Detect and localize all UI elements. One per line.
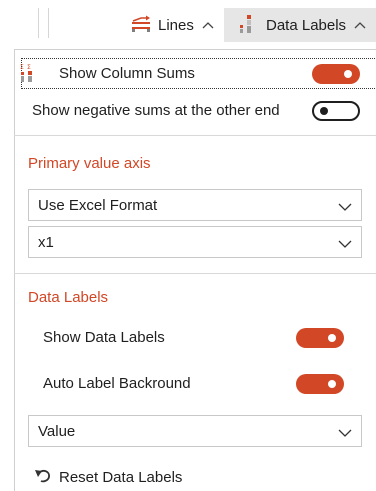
toolbar-divider	[48, 8, 49, 38]
section-divider	[14, 135, 376, 136]
multiplier-select[interactable]: x1	[28, 226, 362, 258]
label-content-value: Value	[38, 423, 76, 440]
data-labels-dropdown-button[interactable]: Data Labels	[224, 8, 376, 42]
chevron-down-icon	[338, 199, 352, 217]
data-labels-heading: Data Labels	[28, 289, 109, 306]
number-format-select[interactable]: Use Excel Format	[28, 189, 362, 221]
ribbon-toolbar: Lines Data Labels	[0, 0, 376, 48]
svg-text:Σ: Σ	[27, 64, 31, 71]
show-negative-sums-toggle[interactable]	[312, 101, 360, 121]
toggle-knob	[320, 107, 328, 115]
section-divider	[14, 273, 376, 274]
toolbar-divider	[38, 8, 39, 38]
chevron-down-icon	[338, 236, 352, 254]
lines-button-label: Lines	[158, 16, 194, 34]
undo-arrow-icon[interactable]	[34, 468, 52, 489]
svg-text:Σ: Σ	[20, 64, 24, 71]
chevron-down-icon	[338, 425, 352, 443]
auto-label-background-toggle[interactable]	[296, 374, 344, 394]
column-sums-icon: Σ Σ	[20, 64, 36, 89]
reset-data-labels-button[interactable]: Reset Data Labels	[59, 469, 182, 486]
label-content-select[interactable]: Value	[28, 415, 362, 447]
toggle-knob	[344, 70, 352, 78]
lines-dropdown-button[interactable]: Lines	[118, 8, 222, 42]
show-data-labels-toggle[interactable]	[296, 328, 344, 348]
multiplier-value: x1	[38, 234, 54, 251]
chevron-up-icon	[354, 18, 366, 32]
toggle-knob	[328, 380, 336, 388]
data-labels-chart-icon	[238, 13, 260, 37]
lines-chart-icon	[130, 14, 152, 36]
show-column-sums-toggle[interactable]	[312, 64, 360, 84]
data-labels-button-label: Data Labels	[266, 16, 347, 34]
show-data-labels-label: Show Data Labels	[43, 329, 165, 346]
show-column-sums-label: Show Column Sums	[59, 65, 195, 82]
auto-label-background-label: Auto Label Backround	[43, 375, 191, 392]
toggle-knob	[328, 334, 336, 342]
number-format-value: Use Excel Format	[38, 197, 158, 214]
primary-value-axis-heading: Primary value axis	[28, 155, 151, 172]
chevron-up-icon	[202, 18, 214, 32]
show-negative-sums-label: Show negative sums at the other end	[32, 102, 280, 119]
